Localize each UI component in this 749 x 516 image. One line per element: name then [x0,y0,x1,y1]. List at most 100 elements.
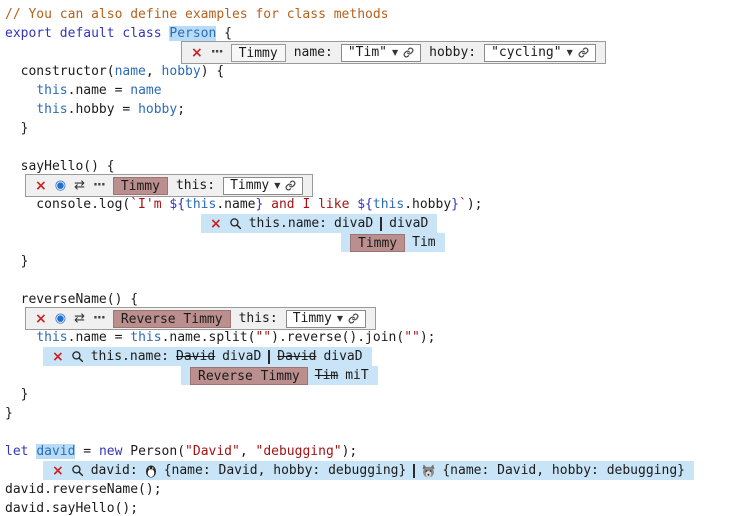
example-button-reverse-timmy[interactable]: Reverse Timmy [113,310,231,328]
link-icon[interactable] [578,47,589,58]
toggle-icon[interactable]: ◉ [55,312,66,325]
this-keyword: this [373,197,404,212]
code-text: } [5,387,28,402]
reversename-example-widget: × ◉ ⇄ ··· Reverse Timmy this: Timmy ▼ [25,307,376,330]
reversename-example-result-row: Reverse Timmy Tim miT [5,366,749,385]
object-value-right: {name: David, hobby: debugging} [442,461,685,480]
class-example-widget: × ··· Timmy name: "Tim" ▼ hobby: "cyclin… [181,41,606,64]
value-left: divaD [334,214,373,233]
example-result-value: Tim [412,233,435,252]
string-literal: "" [255,330,271,345]
code-text: , [146,64,162,79]
example-chip-reverse-timmy[interactable]: Reverse Timmy [190,367,308,385]
code-text: ) { [201,64,224,79]
toggle-icon[interactable]: ◉ [55,179,66,192]
code-text: .name = [68,83,131,98]
search-icon[interactable] [229,217,242,230]
interp-close: } [451,197,459,212]
class-example-widget-row: × ··· Timmy name: "Tim" ▼ hobby: "cyclin… [5,43,749,62]
reversename-value-popup-row: × this.name: David divaD David divaD [5,347,749,366]
chevron-down-icon: ▼ [274,176,280,195]
this-value-dropdown[interactable]: Timmy ▼ [223,177,303,195]
code-text: console.log( [5,197,130,212]
example-button-timmy[interactable]: Timmy [231,44,286,62]
example-new-value: miT [345,366,368,385]
comment-text: // You can also define examples for clas… [5,7,389,22]
reversename-example-widget-row: × ◉ ⇄ ··· Reverse Timmy this: Timmy ▼ [5,309,749,328]
sayhello-example-widget: × ◉ ⇄ ··· Timmy this: Timmy ▼ [25,174,313,197]
code-text [5,83,36,98]
this-keyword: this [36,102,67,117]
code-line-call-sayhello: david.sayHello(); [5,499,749,516]
code-text: } [5,254,28,269]
close-icon[interactable]: × [210,217,222,231]
code-text: .hobby [404,197,451,212]
code-text: reverseName() { [5,292,138,307]
link-icon[interactable] [285,180,296,191]
code-text: constructor( [5,64,115,79]
code-text: david.reverseName(); [5,482,162,497]
this-keyword: this [185,197,216,212]
watched-expression-label: this.name: [91,347,169,366]
link-icon[interactable] [348,313,359,324]
dropdown-value: Timmy [293,309,332,328]
close-icon[interactable]: × [35,179,47,193]
example-button-timmy-selected[interactable]: Timmy [113,177,168,195]
keyword-let: let [5,444,36,459]
old-value-left: David [176,347,215,366]
more-options-icon[interactable]: ··· [93,312,105,325]
code-line-comment: // You can also define examples for clas… [5,5,749,24]
dropdown-value: "Tim" [348,43,387,62]
this-value-dropdown[interactable]: Timmy ▼ [286,310,366,328]
hobby-value-dropdown[interactable]: "cycling" ▼ [484,44,596,62]
name-value-dropdown[interactable]: "Tim" ▼ [341,44,421,62]
sayhello-value-popup-row: × this.name: divaD divaD [5,214,749,233]
link-icon[interactable] [403,47,414,58]
more-options-icon[interactable]: ··· [93,179,105,192]
close-icon[interactable]: × [191,46,203,60]
code-line-close-brace: } [5,252,749,271]
watched-expression-label: david: [91,461,138,480]
swap-icon[interactable]: ⇄ [74,312,85,325]
close-icon[interactable]: × [52,464,64,478]
code-line-console-log: console.log(`I'm ${this.name} and I like… [5,195,749,214]
code-line-let-david: let david = new Person("David", "debuggi… [5,442,749,461]
swap-icon[interactable]: ⇄ [74,179,85,192]
example-old-value: Tim [315,366,338,385]
param-name: name [115,64,146,79]
code-line-reverse-assign: this.name = this.name.split("").reverse(… [5,328,749,347]
code-text: .name = [68,330,131,345]
sayhello-example-widget-row: × ◉ ⇄ ··· Timmy this: Timmy ▼ [5,176,749,195]
code-text: .name [216,197,255,212]
var-name: name [130,83,161,98]
var-david-highlighted: david [36,444,75,459]
code-text: } [5,121,28,136]
this-keyword: this [130,330,161,345]
search-icon[interactable] [71,464,84,477]
example-chip-timmy[interactable]: Timmy [350,234,405,252]
dropdown-value: Timmy [230,176,269,195]
code-text: ); [467,197,483,212]
new-value-left: divaD [222,347,261,366]
close-icon[interactable]: × [52,350,64,364]
close-icon[interactable]: × [35,312,47,326]
this-label: this: [239,309,278,328]
david-value-popup-row: × david: {name: David, hobby: debugging}… [5,461,749,480]
this-label: this: [176,176,215,195]
keyword-new: new [99,444,122,459]
sayhello-example-result-row: Timmy Tim [5,233,749,252]
code-text: , [240,444,256,459]
code-line-close-brace: } [5,385,749,404]
value-right: divaD [389,214,428,233]
dropdown-value: "cycling" [491,43,561,62]
code-text: sayHello() { [5,159,115,174]
search-icon[interactable] [71,350,84,363]
more-options-icon[interactable]: ··· [211,46,223,59]
value-divider [380,217,382,231]
string-literal: "debugging" [256,444,342,459]
code-text: .hobby = [68,102,138,117]
this-keyword: this [36,330,67,345]
code-text: ); [420,330,436,345]
inline-value-popup: Timmy Tim [341,233,445,252]
param-label-hobby: hobby: [429,43,476,62]
